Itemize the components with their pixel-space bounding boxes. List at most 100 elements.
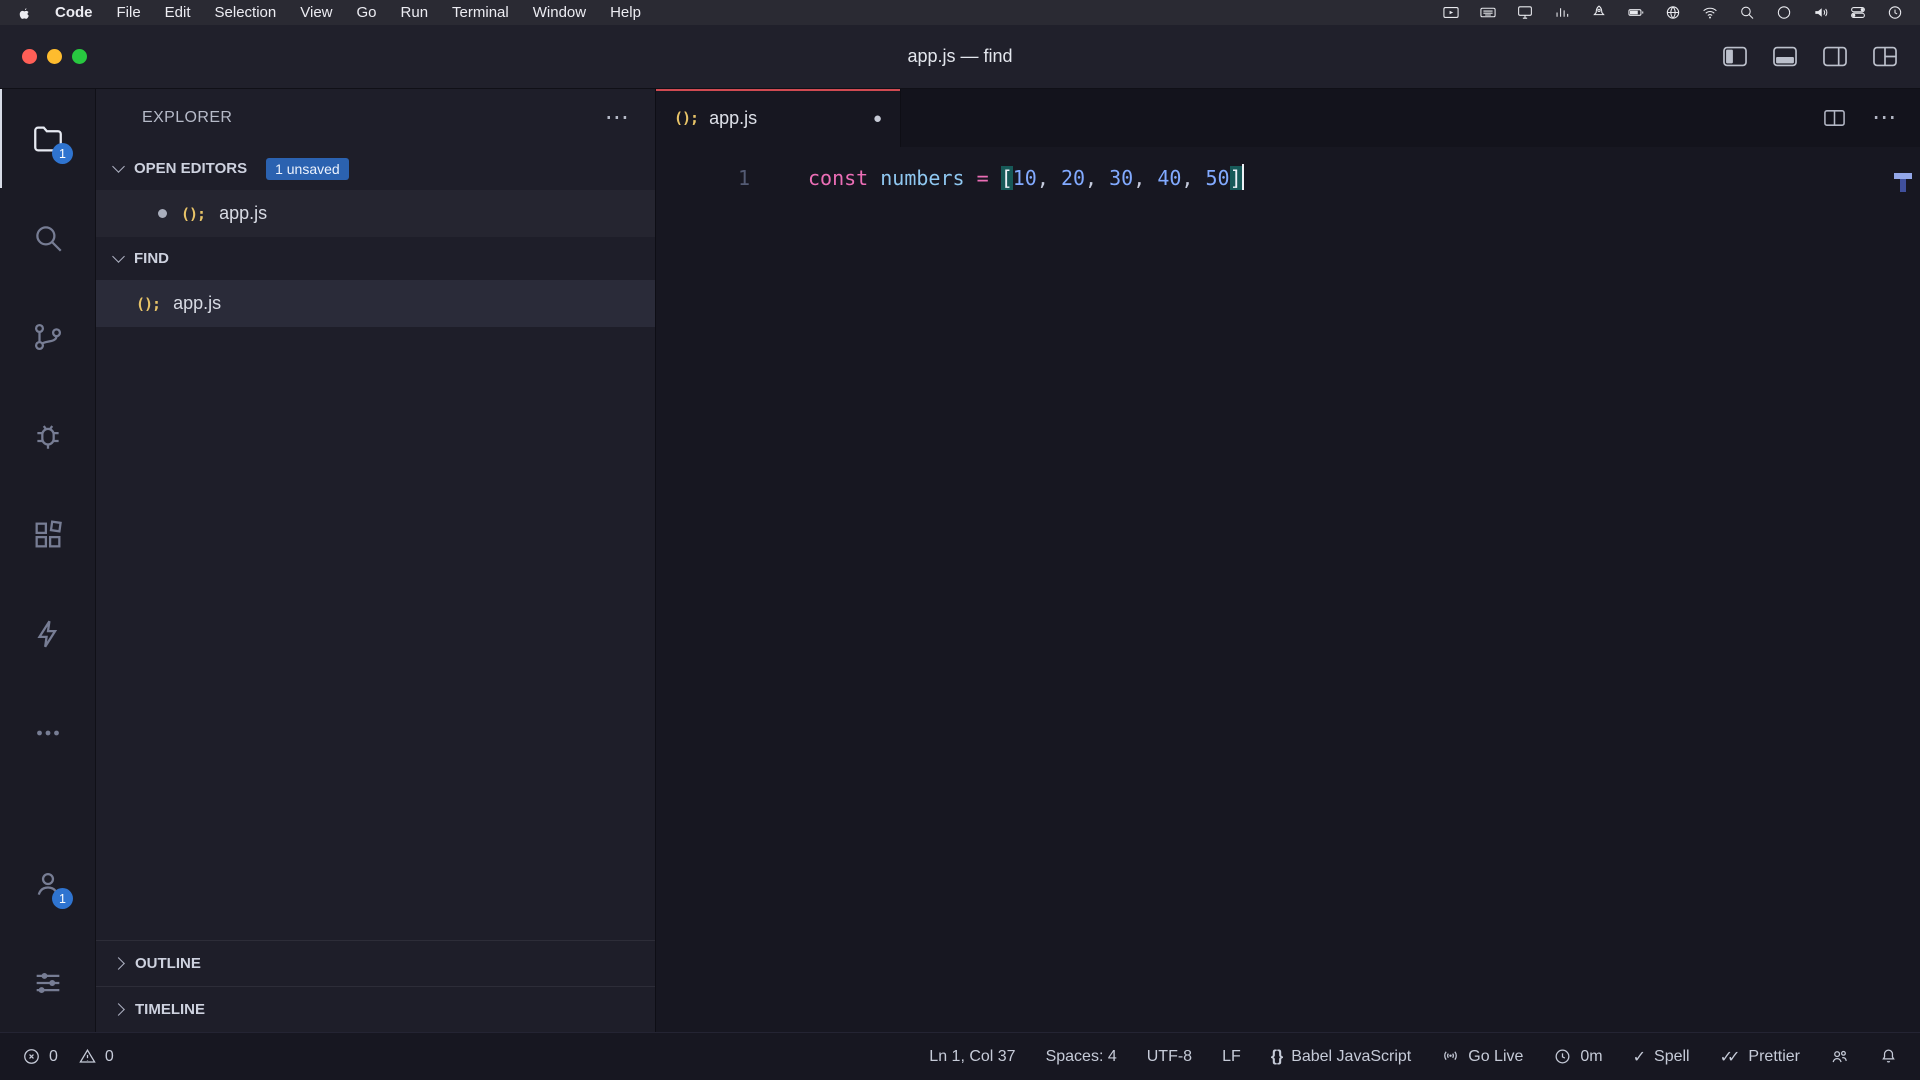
go-live-button[interactable]: Go Live bbox=[1441, 1047, 1523, 1066]
activity-bar: 1 1 bbox=[0, 89, 96, 1032]
activity-accounts[interactable]: 1 bbox=[0, 834, 95, 933]
timeline-section[interactable]: TIMELINE bbox=[96, 986, 655, 1032]
toggle-secondary-sidebar-icon[interactable] bbox=[1822, 46, 1848, 67]
menu-view[interactable]: View bbox=[300, 4, 332, 21]
live-share-button[interactable] bbox=[1830, 1047, 1849, 1066]
time-tracker[interactable]: 0m bbox=[1553, 1047, 1602, 1066]
source-control-icon bbox=[31, 320, 65, 354]
launcher-icon[interactable] bbox=[1590, 4, 1608, 21]
open-editors-section[interactable]: OPEN EDITORS 1 unsaved bbox=[96, 147, 655, 190]
token-space bbox=[989, 166, 1001, 190]
volume-icon[interactable] bbox=[1812, 4, 1830, 21]
toggle-primary-sidebar-icon[interactable] bbox=[1722, 46, 1748, 67]
errors-indicator[interactable]: 0 bbox=[22, 1047, 58, 1066]
prettier-status[interactable]: ✓✓ Prettier bbox=[1720, 1047, 1800, 1067]
activity-extensions[interactable] bbox=[0, 485, 95, 584]
stats-icon[interactable] bbox=[1553, 4, 1571, 21]
code-editor[interactable]: 1 const numbers = [10, 20, 30, 40, 50] bbox=[656, 147, 1920, 1032]
outline-section[interactable]: OUTLINE bbox=[96, 940, 655, 986]
menu-edit[interactable]: Edit bbox=[165, 4, 191, 21]
explorer-sidebar: EXPLORER ⋯ OPEN EDITORS 1 unsaved (); ap… bbox=[96, 89, 656, 1032]
notifications-button[interactable] bbox=[1879, 1047, 1898, 1066]
menu-terminal[interactable]: Terminal bbox=[452, 4, 509, 21]
code-line-1[interactable]: 1 const numbers = [10, 20, 30, 40, 50] bbox=[656, 158, 1920, 198]
token-number: 10 bbox=[1013, 166, 1037, 190]
cursor-position[interactable]: Ln 1, Col 37 bbox=[929, 1048, 1015, 1066]
activity-debug[interactable] bbox=[0, 386, 95, 485]
sidebar-title: EXPLORER bbox=[142, 109, 232, 127]
customize-layout-icon[interactable] bbox=[1872, 46, 1898, 67]
keyboard-icon[interactable] bbox=[1479, 4, 1497, 21]
screen-mirroring-icon[interactable] bbox=[1442, 4, 1460, 21]
menubar-status-icons bbox=[1442, 4, 1904, 21]
prettier-label: Prettier bbox=[1748, 1048, 1800, 1066]
close-window-button[interactable] bbox=[22, 49, 37, 64]
token-close-bracket: ] bbox=[1230, 166, 1242, 190]
time-tracker-label: 0m bbox=[1580, 1048, 1602, 1066]
workbench: 1 1 bbox=[0, 89, 1920, 1032]
warnings-indicator[interactable]: 0 bbox=[78, 1047, 114, 1066]
eol-setting[interactable]: LF bbox=[1222, 1048, 1241, 1066]
toggle-panel-icon[interactable] bbox=[1772, 46, 1798, 67]
minimize-window-button[interactable] bbox=[47, 49, 62, 64]
token-open-bracket: [ bbox=[1001, 166, 1013, 190]
open-editor-item[interactable]: (); app.js bbox=[96, 190, 655, 237]
menu-file[interactable]: File bbox=[117, 4, 141, 21]
encoding-setting[interactable]: UTF-8 bbox=[1147, 1048, 1192, 1066]
text-cursor bbox=[1242, 164, 1244, 190]
language-mode[interactable]: {} Babel JavaScript bbox=[1271, 1048, 1412, 1066]
activity-source-control[interactable] bbox=[0, 287, 95, 386]
menu-run[interactable]: Run bbox=[401, 4, 429, 21]
indentation-setting[interactable]: Spaces: 4 bbox=[1046, 1048, 1117, 1066]
errors-count: 0 bbox=[49, 1048, 58, 1066]
tab-appjs[interactable]: (); app.js ● bbox=[656, 89, 901, 147]
vscode-window: Code File Edit Selection View Go Run Ter… bbox=[0, 0, 1920, 1080]
file-label: app.js bbox=[173, 293, 221, 314]
folder-section[interactable]: FIND bbox=[96, 237, 655, 280]
tab-modified-dot-icon[interactable]: ● bbox=[873, 110, 882, 127]
javascript-file-icon: (); bbox=[674, 109, 698, 127]
window-title: app.js — find bbox=[0, 46, 1920, 67]
zoom-window-button[interactable] bbox=[72, 49, 87, 64]
clock-icon[interactable] bbox=[1886, 4, 1904, 21]
problems-indicators[interactable]: 0 0 bbox=[22, 1047, 114, 1066]
activity-more[interactable] bbox=[0, 683, 95, 782]
menu-go[interactable]: Go bbox=[357, 4, 377, 21]
split-editor-icon[interactable] bbox=[1823, 108, 1846, 128]
bug-icon bbox=[31, 419, 65, 453]
menu-selection[interactable]: Selection bbox=[215, 4, 277, 21]
menu-window[interactable]: Window bbox=[533, 4, 586, 21]
spell-checker[interactable]: ✓ Spell bbox=[1633, 1047, 1690, 1067]
javascript-file-icon: (); bbox=[181, 205, 205, 223]
menu-help[interactable]: Help bbox=[610, 4, 641, 21]
overview-ruler-decoration bbox=[1894, 173, 1912, 192]
search-icon[interactable] bbox=[1738, 4, 1756, 21]
battery-icon[interactable] bbox=[1627, 4, 1645, 21]
activity-explorer[interactable]: 1 bbox=[0, 89, 95, 188]
layout-controls bbox=[1722, 46, 1898, 67]
apple-logo-icon[interactable] bbox=[16, 5, 31, 21]
input-source-icon[interactable] bbox=[1664, 4, 1682, 21]
siri-icon[interactable] bbox=[1775, 4, 1793, 21]
token-space bbox=[965, 166, 977, 190]
modified-dot-icon[interactable] bbox=[158, 209, 167, 218]
control-center-icon[interactable] bbox=[1849, 4, 1867, 21]
menu-code[interactable]: Code bbox=[55, 4, 93, 21]
code-content: const numbers = [10, 20, 30, 40, 50] bbox=[750, 158, 1244, 198]
sidebar-header: EXPLORER ⋯ bbox=[96, 89, 655, 147]
line-number: 1 bbox=[656, 158, 750, 198]
activity-settings[interactable] bbox=[0, 933, 95, 1032]
wifi-icon[interactable] bbox=[1701, 4, 1719, 21]
display-icon[interactable] bbox=[1516, 4, 1534, 21]
unsaved-badge: 1 unsaved bbox=[266, 158, 349, 180]
token-number: 50 bbox=[1206, 166, 1230, 190]
chevron-right-icon bbox=[112, 1003, 125, 1016]
editor-more-actions-icon[interactable]: ⋯ bbox=[1872, 106, 1896, 130]
timeline-label: TIMELINE bbox=[135, 1001, 205, 1018]
views-more-actions-icon[interactable]: ⋯ bbox=[605, 106, 629, 130]
activity-search[interactable] bbox=[0, 188, 95, 287]
token-variable: numbers bbox=[880, 166, 964, 190]
activity-thunder-client[interactable] bbox=[0, 584, 95, 683]
file-item-appjs[interactable]: (); app.js bbox=[96, 280, 655, 327]
go-live-label: Go Live bbox=[1468, 1048, 1523, 1066]
